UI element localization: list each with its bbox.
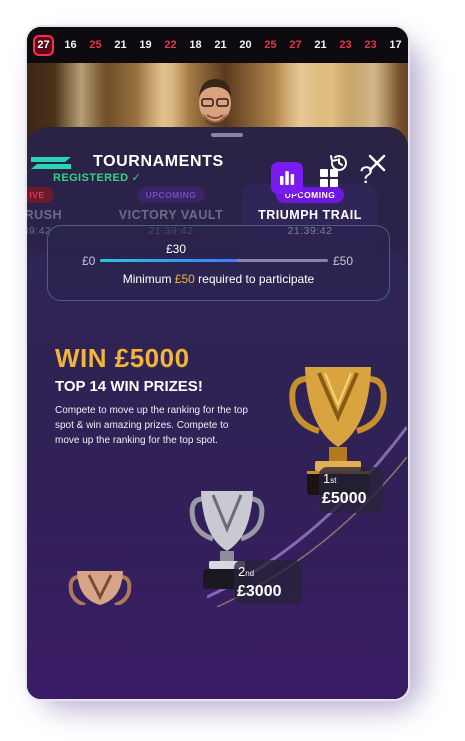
requirement-text: Minimum £50 required to participate [48, 272, 389, 286]
games-grid-button[interactable] [317, 166, 341, 190]
result-number: 25 [264, 39, 277, 51]
result-number: 16 [64, 39, 77, 51]
page-title: TOURNAMENTS [93, 153, 224, 170]
progress-fill [100, 259, 237, 262]
bronze-trophy-icon [68, 571, 132, 605]
rank-prize: £3000 [237, 583, 282, 600]
result-number: 19 [139, 39, 152, 51]
result-number: 27 [289, 39, 302, 51]
grid-icon [320, 169, 338, 187]
brand-logo-icon [31, 157, 71, 169]
prize-headline: WIN £5000 [55, 343, 190, 373]
rank-1-card: 1st £5000 [319, 467, 383, 513]
roulette-history-strip: 27 16 25 21 19 22 18 21 20 25 27 21 23 2… [27, 27, 408, 63]
result-number: 22 [164, 39, 177, 51]
upcoming-badge: UPCOMING [136, 187, 206, 203]
rank-prize: £5000 [322, 490, 367, 507]
rank-suffix: nd [245, 569, 255, 578]
prize-subheadline: TOP 14 WIN PRIZES! [55, 378, 203, 395]
leaderboard-button[interactable] [271, 162, 303, 194]
drag-handle[interactable] [211, 133, 243, 137]
result-number: 25 [89, 39, 102, 51]
tab-name: TRIUMPH TRAIL [258, 208, 362, 222]
latest-result: 27 [33, 34, 54, 56]
check-icon: ✓ [131, 172, 142, 184]
tab-name: Y RUSH [25, 208, 62, 222]
tab-name: VICTORY VAULT [118, 208, 224, 222]
result-number: 23 [339, 39, 352, 51]
rank-number: 2nd [238, 564, 254, 579]
requirement-suffix: required to participate [194, 272, 315, 286]
rank-suffix: st [330, 476, 337, 485]
progress-card: £30 £0 £50 Minimum £50 required to parti… [47, 225, 390, 301]
registered-status: REGISTERED ✓ [53, 171, 141, 184]
requirement-prefix: Minimum [122, 272, 175, 286]
max-amount: £50 [333, 254, 354, 268]
result-number: 21 [214, 39, 227, 51]
progress-track [100, 259, 328, 262]
device-screen: 27 16 25 21 19 22 18 21 20 25 27 21 23 2… [25, 25, 410, 701]
min-amount: £0 [82, 254, 96, 268]
rank-number: 1st [323, 471, 336, 486]
rank-2-card: 2nd £3000 [234, 560, 302, 604]
result-number: 20 [239, 39, 252, 51]
bar-chart-icon [280, 171, 295, 185]
result-number: 17 [389, 39, 402, 51]
live-badge: IVE [27, 187, 54, 203]
result-number: 21 [114, 39, 127, 51]
result-number: 21 [314, 39, 327, 51]
requirement-amount: £50 [174, 272, 195, 286]
result-number: 23 [364, 39, 377, 51]
registered-label: REGISTERED [53, 172, 129, 184]
result-number: 18 [189, 39, 202, 51]
current-amount: £30 [166, 242, 187, 256]
help-button[interactable]: ? [355, 161, 377, 191]
